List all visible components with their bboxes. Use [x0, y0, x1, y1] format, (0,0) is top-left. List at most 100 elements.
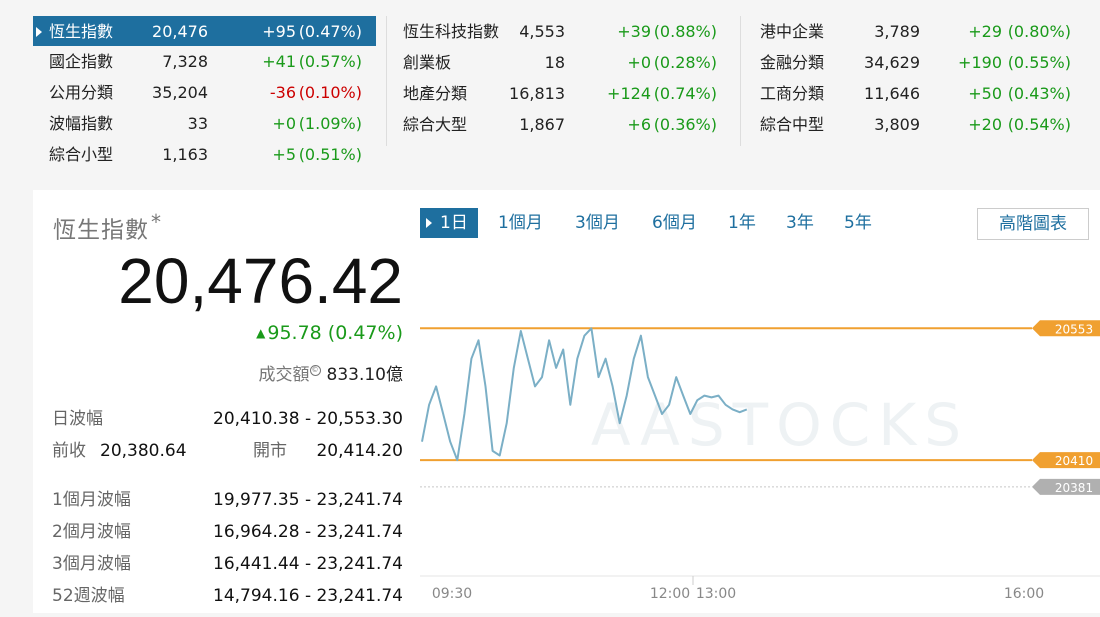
info-icon[interactable]: ©	[309, 365, 321, 376]
last-price: 20,476.42	[118, 245, 403, 317]
index-value: 16,813	[509, 84, 565, 103]
index-row[interactable]: 工商分類 11,646 +50 (0.43%)	[741, 78, 1081, 109]
index-change: +39	[617, 22, 651, 41]
index-row[interactable]: 波幅指數 33 +0 (1.09%)	[33, 108, 376, 139]
range-label: 3個月波幅	[52, 554, 131, 574]
tab-period[interactable]: 5年	[844, 208, 872, 238]
tab-label: 3年	[786, 213, 814, 233]
index-value: 35,204	[152, 83, 208, 102]
index-value: 33	[187, 114, 208, 133]
open-label: 開市	[253, 441, 287, 461]
index-change: +0	[272, 114, 296, 133]
tab-label: 5年	[844, 213, 872, 233]
index-value: 1,163	[162, 145, 208, 164]
index-change-pct: (0.51%)	[298, 145, 362, 164]
reference-label: 20381	[1055, 481, 1093, 495]
tab-period[interactable]: 1日	[420, 208, 478, 238]
intraday-chart: AASTOCKS 20553 20410 20381 09:30 12:00 13:00 16…	[420, 285, 1100, 613]
tab-period[interactable]: 3年	[786, 208, 814, 238]
index-change-pct: (0.36%)	[653, 115, 717, 134]
selected-arrow-icon	[426, 218, 432, 228]
tab-period[interactable]: 6個月	[652, 208, 697, 238]
index-change: -36	[269, 83, 296, 102]
index-name: 綜合小型	[49, 145, 114, 164]
chart-svg: AASTOCKS 20553 20410 20381 09:30 12:00 13:00 16…	[420, 320, 1100, 602]
tab-label: 3個月	[575, 213, 620, 233]
range-row: 3個月波幅 16,441.44 - 23,241.74	[52, 552, 403, 576]
index-change: +20	[968, 115, 1002, 134]
index-change: +0	[627, 53, 651, 72]
chart-watermark: AASTOCKS	[591, 391, 969, 459]
index-name: 波幅指數	[49, 114, 114, 133]
up-arrow-icon: ▲	[256, 326, 266, 340]
range-value: 14,794.16 - 23,241.74	[213, 586, 403, 606]
index-row[interactable]: 公用分類 35,204 -36 (0.10%)	[33, 77, 376, 108]
index-change-pct: (0.28%)	[653, 53, 717, 72]
quote-summary: 恆生指數 * 20,476.42 ▲ 95.78 (0.47%) 成交額 © 833.1…	[33, 190, 403, 613]
index-change-pct: (0.47%)	[298, 22, 362, 41]
prev-close-label: 前收	[52, 441, 86, 461]
x-tick-label: 12:00	[650, 586, 690, 602]
index-change-pct: (0.10%)	[298, 83, 362, 102]
index-change-pct: (0.74%)	[653, 84, 717, 103]
index-change: +190	[958, 53, 1002, 72]
index-value: 18	[544, 53, 565, 72]
index-name: 工商分類	[760, 84, 825, 103]
day-range-value: 20,410.38 - 20,553.30	[213, 409, 403, 429]
range-label: 2個月波幅	[52, 522, 131, 542]
index-value: 7,328	[162, 52, 208, 71]
index-row[interactable]: 綜合小型 1,163 +5 (0.51%)	[33, 139, 376, 170]
tab-period[interactable]: 1年	[728, 208, 756, 238]
index-name: 綜合中型	[760, 115, 825, 134]
index-change-pct: (0.80%)	[1007, 22, 1071, 41]
index-name: 恆生科技指數	[403, 22, 500, 41]
index-row[interactable]: 港中企業 3,789 +29 (0.80%)	[741, 16, 1081, 47]
advanced-chart-button[interactable]: 高階圖表	[977, 208, 1089, 240]
x-tick-label: 16:00	[1004, 586, 1044, 602]
tab-label: 1日	[440, 213, 468, 233]
index-change: +29	[968, 22, 1002, 41]
day-range-row: 日波幅 20,410.38 - 20,553.30	[52, 407, 403, 431]
index-change-pct: (0.55%)	[1007, 53, 1071, 72]
range-label: 52週波幅	[52, 586, 125, 606]
index-summary-grid: 恆生指數 20,476 +95 (0.47%) 國企指數 7,328 +41 (0.57%) 公…	[0, 0, 1100, 170]
range-row: 1個月波幅 19,977.35 - 23,241.74	[52, 488, 403, 512]
index-change-pct: (0.43%)	[1007, 84, 1071, 103]
index-value: 1,867	[519, 115, 565, 134]
index-name: 地產分類	[403, 84, 468, 103]
index-name: 港中企業	[760, 22, 825, 41]
index-column-1: 恆生指數 20,476 +95 (0.47%) 國企指數 7,328 +41 (0.57%) 公…	[33, 16, 376, 170]
index-row[interactable]: 恆生科技指數 4,553 +39 (0.88%)	[387, 16, 731, 47]
day-range-label: 日波幅	[52, 409, 103, 429]
index-change: +50	[968, 84, 1002, 103]
reference-label: 20410	[1055, 454, 1093, 468]
x-tick-label: 13:00	[696, 586, 736, 602]
x-tick-label: 09:30	[432, 586, 472, 602]
index-row[interactable]: 恆生指數 20,476 +95 (0.47%)	[33, 16, 376, 46]
index-row[interactable]: 地產分類 16,813 +124 (0.74%)	[387, 78, 731, 109]
index-row[interactable]: 綜合大型 1,867 +6 (0.36%)	[387, 109, 731, 140]
quote-title-text: 恆生指數	[53, 217, 149, 244]
index-name: 綜合大型	[403, 115, 468, 134]
tab-period[interactable]: 1個月	[498, 208, 543, 238]
turnover-label: 成交額	[258, 365, 310, 385]
price-change-text: 95.78 (0.47%)	[267, 322, 403, 344]
index-row[interactable]: 綜合中型 3,809 +20 (0.54%)	[741, 109, 1081, 140]
index-row[interactable]: 金融分類 34,629 +190 (0.55%)	[741, 47, 1081, 78]
index-change: +5	[272, 145, 296, 164]
index-name: 金融分類	[760, 53, 825, 72]
index-row[interactable]: 創業板 18 +0 (0.28%)	[387, 47, 731, 78]
index-row[interactable]: 國企指數 7,328 +41 (0.57%)	[33, 46, 376, 77]
open-value: 20,414.20	[316, 441, 403, 461]
index-value: 20,476	[152, 22, 208, 41]
price-change: ▲ 95.78 (0.47%)	[256, 322, 403, 344]
range-row: 52週波幅 14,794.16 - 23,241.74	[52, 584, 403, 608]
index-name: 恆生指數	[49, 22, 114, 41]
tab-period[interactable]: 3個月	[575, 208, 620, 238]
tab-label: 6個月	[652, 213, 697, 233]
index-column-3: 港中企業 3,789 +29 (0.80%) 金融分類 34,629 +190 (0.55%)…	[740, 16, 1081, 146]
index-value: 34,629	[864, 53, 920, 72]
range-value: 19,977.35 - 23,241.74	[213, 490, 403, 510]
index-change-pct: (1.09%)	[298, 114, 362, 133]
index-detail-panel: 恆生指數 * 20,476.42 ▲ 95.78 (0.47%) 成交額 © 833.1…	[33, 190, 1100, 613]
